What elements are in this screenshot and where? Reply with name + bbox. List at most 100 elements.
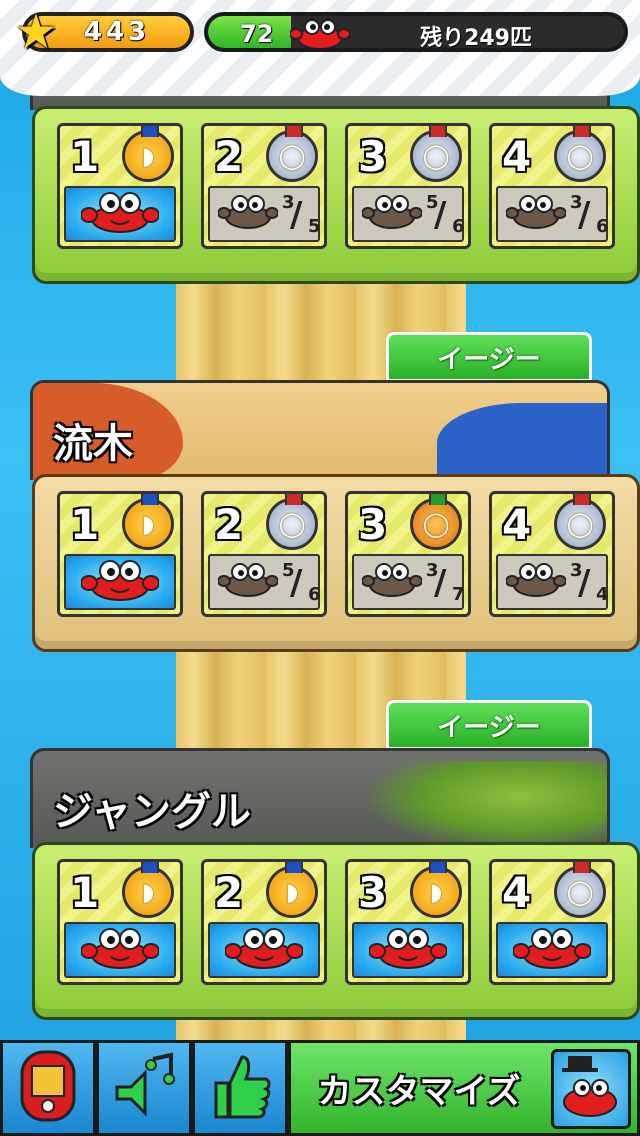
stage-number: 2 — [214, 132, 244, 181]
stage-status — [64, 922, 176, 978]
stage-number: 4 — [502, 868, 532, 917]
stage-panel-2: 1 ◗ 2 ◯ 5/6 3 ◯ 3/7 4 ◯ 3/4 — [32, 474, 640, 652]
stage-panel-1: 1 ◗ 2 ◯ 3/5 3 ◯ 5/6 4 ◯ 3/6 — [32, 106, 640, 284]
brown-crab-icon — [505, 561, 567, 603]
fraction-slash: / — [434, 195, 447, 235]
brown-crab-icon — [217, 561, 279, 603]
brown-crab-icon — [361, 193, 423, 235]
stage-card[interactable]: 4 ◯ 3/4 — [489, 491, 615, 617]
stage-banner-driftwood: 流木 — [30, 380, 610, 480]
stage-cards: 1 ◗ 2 ◗ 3 ◗ 4 ◯ — [57, 859, 615, 985]
silver-medal-icon: ◯ — [266, 126, 318, 182]
silver-medal-icon: ◯ — [554, 494, 606, 550]
stage-card[interactable]: 4 ◯ 3/6 — [489, 123, 615, 249]
silver-medal-icon: ◯ — [410, 126, 462, 182]
stage-status: 3/7 — [352, 554, 465, 610]
fraction-slash: / — [578, 563, 591, 603]
brown-crab-icon — [217, 193, 279, 235]
stage-card[interactable]: 2 ◯ 3/5 — [201, 123, 327, 249]
music-speaker-icon — [109, 1051, 179, 1125]
music-button[interactable] — [96, 1040, 192, 1136]
crab-caught-fraction: 5/6 — [280, 560, 324, 608]
brown-crab-icon — [505, 193, 567, 235]
silver-medal-icon: ◯ — [554, 862, 606, 918]
gold-medal-icon: ◗ — [122, 126, 174, 182]
stage-number: 3 — [358, 132, 388, 181]
difficulty-tab-easy[interactable]: イージー — [386, 700, 592, 750]
fraction-slash: / — [578, 195, 591, 235]
jukebox-button[interactable] — [0, 1040, 96, 1136]
remaining-text: 残り249匹 — [420, 26, 532, 51]
total-count: 6 — [596, 216, 609, 237]
stage-card[interactable]: 1 ◗ — [57, 859, 183, 985]
stage-number: 2 — [214, 868, 244, 917]
stage-status — [64, 554, 176, 610]
stage-card[interactable]: 3 ◯ 5/6 — [345, 123, 471, 249]
gold-medal-icon: ◗ — [122, 494, 174, 550]
stage-status — [352, 922, 464, 978]
leaf-decoration — [363, 761, 607, 848]
stage-status: 3/4 — [496, 554, 609, 610]
stage-card[interactable]: 1 ◗ — [57, 491, 183, 617]
stage-number: 3 — [358, 500, 388, 549]
paint-splash-blue — [437, 403, 607, 480]
jukebox-icon — [18, 1048, 78, 1128]
bronze-medal-icon: ◯ — [410, 494, 462, 550]
fraction-slash: / — [290, 563, 303, 603]
customize-button[interactable]: カスタマイズ — [288, 1040, 640, 1136]
stage-number: 2 — [214, 500, 244, 549]
customized-crab-avatar — [551, 1049, 631, 1129]
gold-medal-icon: ◗ — [266, 862, 318, 918]
red-crab-icon — [80, 557, 160, 607]
stage-card[interactable]: 3 ◯ 3/7 — [345, 491, 471, 617]
stage-card[interactable]: 2 ◯ 5/6 — [201, 491, 327, 617]
stage-cards: 1 ◗ 2 ◯ 5/6 3 ◯ 3/7 4 ◯ 3/4 — [57, 491, 615, 617]
stage-card[interactable]: 2 ◗ — [201, 859, 327, 985]
top-bar: ★ 443 72 残り249匹 — [0, 0, 640, 96]
stage-status: 3/6 — [496, 186, 609, 242]
total-count: 4 — [596, 584, 609, 605]
stage-status: 5/6 — [352, 186, 465, 242]
star-count: 443 — [83, 17, 151, 47]
total-count: 6 — [452, 216, 465, 237]
difficulty-tab-easy[interactable]: イージー — [386, 332, 592, 382]
crab-caught-fraction: 5/6 — [424, 192, 468, 240]
red-crab-icon — [368, 925, 448, 975]
progress-count: 72 — [240, 20, 274, 48]
star-icon: ★ — [14, 4, 58, 60]
silver-medal-icon: ◯ — [266, 494, 318, 550]
crab-icon — [289, 18, 351, 48]
crab-caught-fraction: 3/6 — [568, 192, 612, 240]
stage-status — [64, 186, 176, 242]
stage-status — [208, 922, 320, 978]
stage-cards: 1 ◗ 2 ◯ 3/5 3 ◯ 5/6 4 ◯ 3/6 — [57, 123, 615, 249]
brown-crab-icon — [361, 561, 423, 603]
stage-status: 3/5 — [208, 186, 321, 242]
stage-panel-3: 1 ◗ 2 ◗ 3 ◗ 4 ◯ — [32, 842, 640, 1020]
red-crab-icon — [512, 925, 592, 975]
silver-medal-icon: ◯ — [554, 126, 606, 182]
red-crab-icon — [80, 925, 160, 975]
stage-card[interactable]: 3 ◗ — [345, 859, 471, 985]
fraction-slash: / — [290, 195, 303, 235]
fraction-slash: / — [434, 563, 447, 603]
stage-number: 4 — [502, 500, 532, 549]
stage-status — [496, 922, 608, 978]
stage-number: 1 — [70, 868, 100, 917]
star-counter: ★ 443 — [14, 8, 194, 56]
total-count: 5 — [308, 216, 321, 237]
stage-card[interactable]: 4 ◯ — [489, 859, 615, 985]
stage-card[interactable]: 1 ◗ — [57, 123, 183, 249]
bottom-toolbar: カスタマイズ — [0, 1040, 640, 1136]
total-count: 7 — [452, 584, 465, 605]
red-crab-icon — [80, 189, 160, 239]
red-crab-icon — [224, 925, 304, 975]
like-button[interactable] — [192, 1040, 288, 1136]
gold-medal-icon: ◗ — [122, 862, 174, 918]
stage-number: 3 — [358, 868, 388, 917]
stage-title: 流木 — [53, 421, 133, 467]
total-count: 6 — [308, 584, 321, 605]
stage-number: 1 — [70, 500, 100, 549]
gold-medal-icon: ◗ — [410, 862, 462, 918]
crab-caught-fraction: 3/7 — [424, 560, 468, 608]
